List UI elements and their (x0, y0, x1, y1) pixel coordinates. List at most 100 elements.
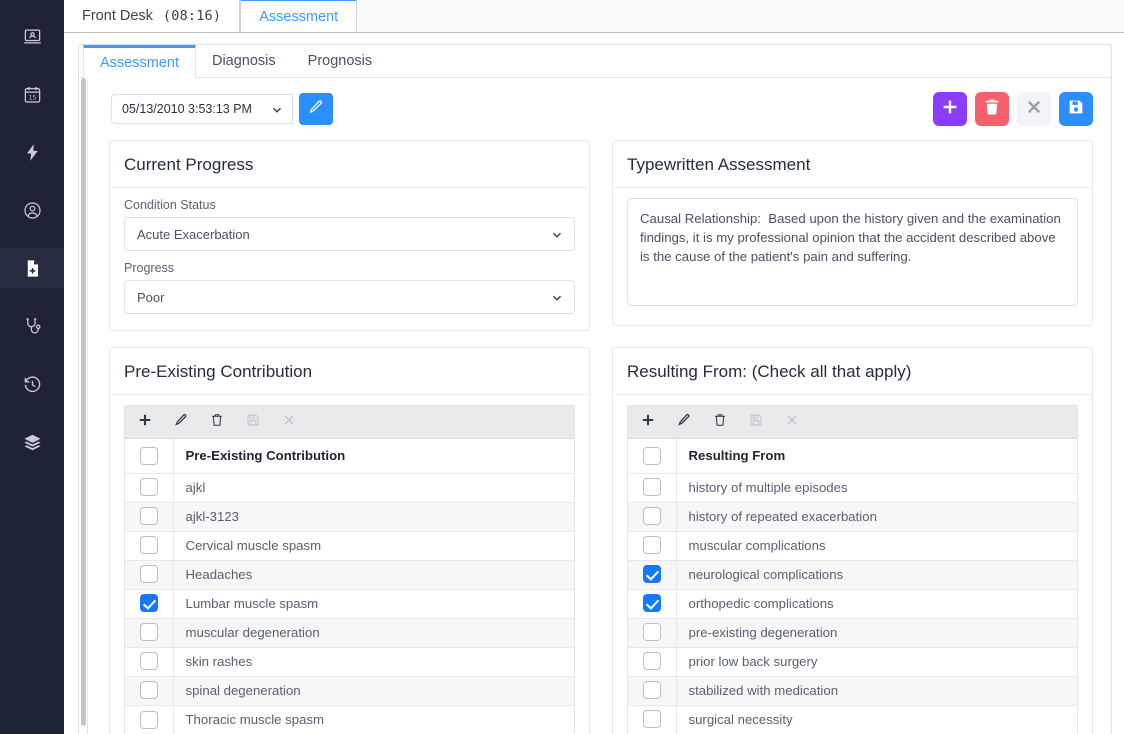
row-checkbox-cell[interactable] (125, 618, 174, 648)
visit-date-select[interactable]: 05/13/2010 3:53:13 PM (111, 94, 293, 124)
row-checkbox[interactable] (642, 681, 661, 700)
row-checkbox-cell[interactable] (628, 647, 677, 677)
sidebar-item-lightning[interactable] (0, 132, 64, 172)
sidebar-item-user[interactable] (0, 190, 64, 230)
tab-diagnosis[interactable]: Diagnosis (196, 45, 292, 77)
row-checkbox-cell[interactable] (125, 502, 174, 532)
table-row[interactable]: spinal degeneration (125, 676, 574, 706)
row-checkbox[interactable] (139, 594, 158, 613)
select-all-checkbox[interactable] (642, 446, 661, 465)
table-row[interactable]: Cervical muscle spasm (125, 531, 574, 561)
save-button[interactable] (1059, 92, 1093, 126)
row-checkbox[interactable] (642, 652, 661, 671)
row-checkbox-cell[interactable] (628, 560, 677, 590)
row-checkbox[interactable] (642, 565, 661, 584)
table-row[interactable]: pre-existing degeneration (628, 618, 1077, 648)
cancel-button[interactable] (1017, 92, 1051, 126)
sidebar-item-history[interactable] (0, 364, 64, 404)
sidebar-item-stethoscope[interactable] (0, 306, 64, 346)
sidebar-item-monitor-patient[interactable] (0, 16, 64, 56)
row-checkbox-cell[interactable] (628, 705, 677, 734)
table-row[interactable]: skin rashes (125, 647, 574, 677)
cards-row-top: Current Progress Condition Status Acute … (101, 140, 1101, 347)
edit-visit-button[interactable] (299, 93, 333, 125)
row-checkbox[interactable] (642, 710, 661, 729)
table-row[interactable]: neurological complications (628, 560, 1077, 590)
row-checkbox-cell[interactable] (628, 502, 677, 532)
progress-select[interactable]: Poor (124, 280, 575, 314)
tab-prognosis[interactable]: Prognosis (292, 45, 388, 77)
table-row[interactable]: orthopedic complications (628, 589, 1077, 619)
table-row[interactable]: ajkl-3123 (125, 502, 574, 532)
row-checkbox[interactable] (642, 536, 661, 555)
grid-delete-button[interactable] (207, 412, 227, 432)
tab-label: Prognosis (307, 53, 373, 69)
row-checkbox[interactable] (642, 594, 661, 613)
table-row[interactable]: stabilized with medication (628, 676, 1077, 706)
grid-edit-button[interactable] (171, 412, 191, 432)
row-checkbox-cell[interactable] (125, 705, 174, 734)
typewritten-assessment-textarea[interactable]: Causal Relationship: Based upon the hist… (627, 198, 1078, 306)
table-row[interactable]: Thoracic muscle spasm (125, 705, 574, 734)
row-checkbox-cell[interactable] (125, 589, 174, 619)
grid-add-button[interactable] (638, 412, 658, 432)
row-checkbox[interactable] (139, 681, 158, 700)
table-row[interactable]: prior low back surgery (628, 647, 1077, 677)
work-area: Front Desk (08:16) Assessment Assessment… (64, 0, 1124, 734)
row-checkbox[interactable] (642, 478, 661, 497)
sidebar-item-layers[interactable] (0, 422, 64, 462)
grid-cancel-button[interactable] (782, 412, 802, 432)
vertical-scrollbar[interactable] (80, 78, 88, 734)
table-row[interactable]: surgical necessity (628, 705, 1077, 734)
row-checkbox[interactable] (642, 623, 661, 642)
row-checkbox-cell[interactable] (628, 618, 677, 648)
row-checkbox-cell[interactable] (125, 560, 174, 590)
row-checkbox-cell[interactable] (125, 473, 174, 503)
table-row[interactable]: ajkl (125, 473, 574, 503)
table-row[interactable]: Headaches (125, 560, 574, 590)
grid-add-button[interactable] (135, 412, 155, 432)
sub-tab-strip: Assessment Diagnosis Prognosis (79, 45, 1111, 78)
grid-save-button[interactable] (746, 412, 766, 432)
table-row[interactable]: muscular complications (628, 531, 1077, 561)
row-checkbox-cell[interactable] (628, 676, 677, 706)
table-row[interactable]: Lumbar muscle spasm (125, 589, 574, 619)
column-left-top: Current Progress Condition Status Acute … (109, 140, 590, 347)
row-checkbox[interactable] (139, 565, 158, 584)
row-checkbox-cell[interactable] (125, 531, 174, 561)
row-checkbox-cell[interactable] (628, 589, 677, 619)
condition-status-select[interactable]: Acute Exacerbation (124, 217, 575, 251)
select-all-cell[interactable] (628, 439, 677, 474)
resulting-from-grid-toolbar (628, 406, 1077, 439)
window-tab-label: Assessment (259, 8, 339, 25)
table-row[interactable]: history of repeated exacerbation (628, 502, 1077, 532)
row-checkbox[interactable] (139, 536, 158, 555)
row-checkbox[interactable] (139, 478, 158, 497)
select-all-cell[interactable] (125, 439, 174, 474)
sidebar-item-calendar[interactable]: 15 (0, 74, 64, 114)
window-tab-assessment[interactable]: Assessment (240, 0, 358, 32)
row-checkbox-cell[interactable] (628, 531, 677, 561)
sidebar-item-new-document[interactable] (0, 248, 64, 288)
select-all-checkbox[interactable] (139, 446, 158, 465)
delete-record-button[interactable] (975, 92, 1009, 126)
window-tab-front-desk[interactable]: Front Desk (08:16) (64, 0, 241, 32)
tab-assessment[interactable]: Assessment (83, 45, 196, 78)
grid-save-button[interactable] (243, 412, 263, 432)
row-checkbox-cell[interactable] (628, 473, 677, 503)
scrollbar-thumb[interactable] (81, 78, 86, 726)
add-record-button[interactable] (933, 92, 967, 126)
table-row[interactable]: muscular degeneration (125, 618, 574, 648)
grid-cancel-button[interactable] (279, 412, 299, 432)
table-row[interactable]: history of multiple episodes (628, 473, 1077, 503)
grid-delete-button[interactable] (710, 412, 730, 432)
grid-edit-button[interactable] (674, 412, 694, 432)
row-checkbox[interactable] (139, 710, 158, 729)
row-checkbox[interactable] (139, 507, 158, 526)
row-checkbox-cell[interactable] (125, 647, 174, 677)
row-checkbox[interactable] (139, 623, 158, 642)
table-header-row: Resulting From (628, 439, 1077, 474)
row-checkbox-cell[interactable] (125, 676, 174, 706)
row-checkbox[interactable] (139, 652, 158, 671)
row-checkbox[interactable] (642, 507, 661, 526)
